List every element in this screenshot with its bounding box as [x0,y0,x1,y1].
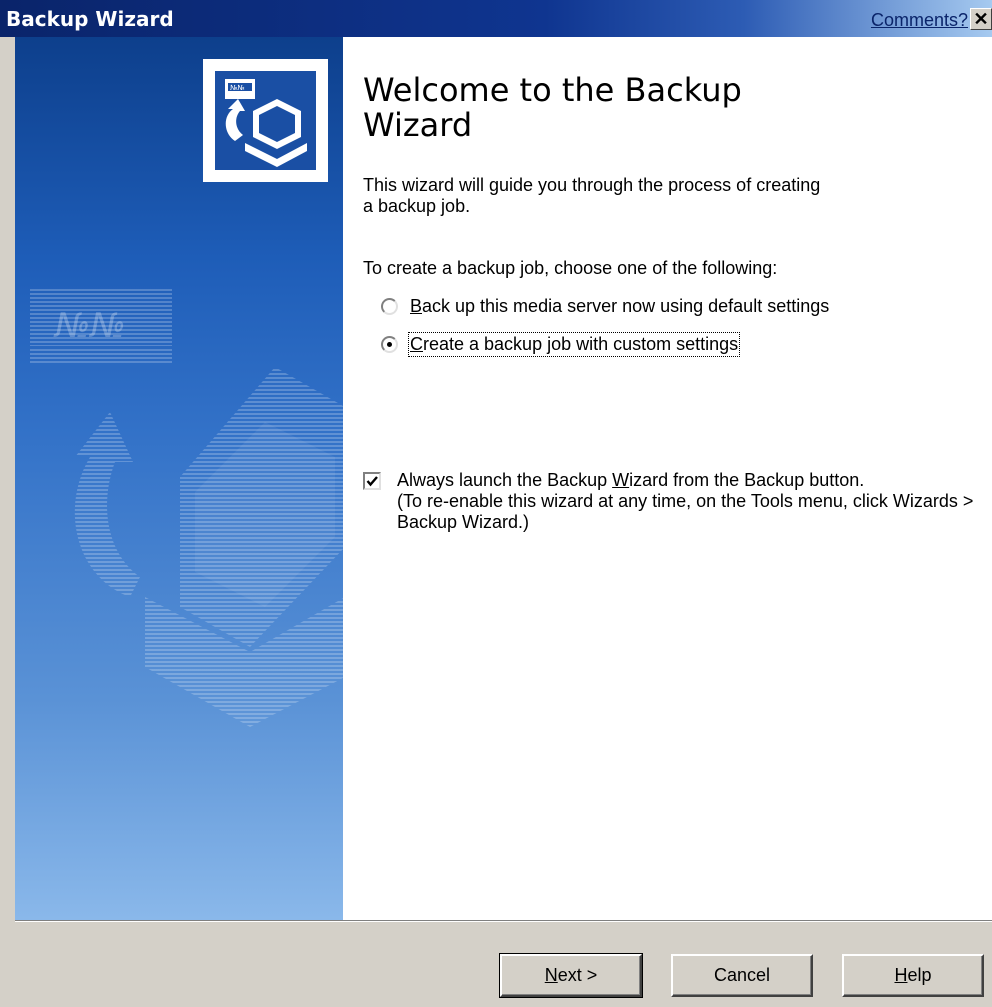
window-title: Backup Wizard [6,7,174,31]
backup-logo: №№ [203,59,328,182]
options-prompt: To create a backup job, choose one of th… [363,258,778,278]
always-launch-hint: (To re-enable this wizard at any time, o… [397,491,974,532]
always-launch-checkbox[interactable] [363,472,381,490]
page-title: Welcome to the Backup Wizard [363,71,742,144]
cancel-button[interactable]: Cancel [671,954,813,997]
radio-custom-settings[interactable] [381,336,398,353]
wizard-banner: №№ №№ [15,37,343,920]
always-launch-label[interactable]: Always launch the Backup Wizard from the… [397,470,983,533]
close-icon: ✕ [973,8,989,29]
always-launch-option[interactable]: Always launch the Backup Wizard from the… [363,470,983,533]
svg-text:№№: №№ [230,84,245,92]
dialog-frame [0,37,15,1007]
option-default-settings-label[interactable]: Back up this media server now using defa… [410,296,829,317]
backup-computer-icon: №№ [215,71,316,170]
intro-text: This wizard will guide you through the p… [363,175,821,216]
radio-default-settings[interactable] [381,298,398,315]
title-bar: Backup Wizard Comments? ✕ [0,0,992,37]
comments-link[interactable]: Comments? [871,10,968,31]
option-default-settings[interactable]: Back up this media server now using defa… [381,296,829,317]
next-button[interactable]: Next > [499,953,643,998]
help-button[interactable]: Help [842,954,984,997]
option-custom-settings[interactable]: Create a backup job with custom settings [381,332,741,357]
wizard-content: Welcome to the Backup Wizard This wizard… [343,37,992,920]
svg-text:№№: №№ [53,306,126,346]
close-button[interactable]: ✕ [970,8,992,30]
checkmark-icon [366,476,378,487]
button-bar: Next > Cancel Help [15,922,992,1007]
option-custom-settings-label[interactable]: Create a backup job with custom settings [407,332,741,357]
